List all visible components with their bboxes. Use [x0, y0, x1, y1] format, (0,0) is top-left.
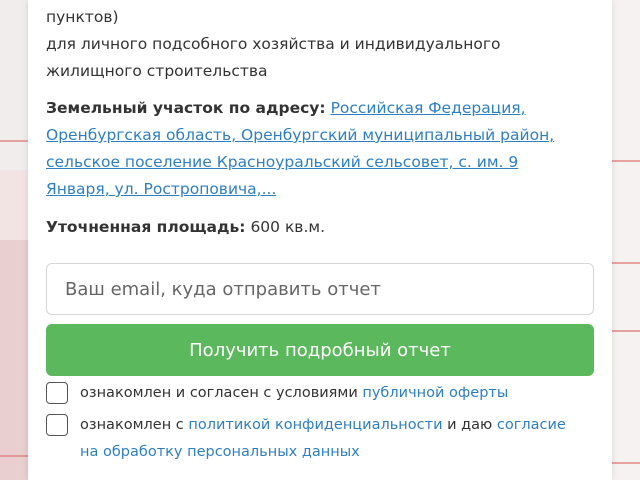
description-line: пунктов): [46, 8, 119, 26]
personal-data-link[interactable]: на обработку персональных данных: [80, 444, 360, 460]
address-label: Земельный участок по адресу:: [46, 99, 326, 117]
address-link[interactable]: сельское поселение Красноуральский сельс…: [46, 153, 518, 171]
privacy-policy-link[interactable]: политикой конфиденциальности: [188, 417, 442, 433]
consent-privacy-text: и даю: [442, 417, 497, 433]
consent-privacy-text: ознакомлен с: [80, 417, 189, 433]
plot-address: Земельный участок по адресу: Российская …: [46, 95, 606, 203]
area-label: Уточненная площадь:: [46, 218, 246, 236]
plot-area: Уточненная площадь: 600 кв.м.: [46, 214, 325, 241]
address-link[interactable]: Оренбургская область, Оренбургский муниц…: [46, 126, 554, 144]
map-line: [612, 160, 640, 162]
consent-privacy-label: ознакомлен с политикой конфиденциальност…: [80, 412, 566, 466]
map-line: [612, 462, 640, 464]
map-line: [0, 455, 28, 457]
map-background-area: [0, 170, 28, 240]
consent-offer-label: ознакомлен и согласен с условиями публич…: [80, 380, 508, 407]
map-background-area: [610, 0, 640, 480]
map-background-area: [0, 240, 28, 480]
public-offer-link[interactable]: публичной оферты: [362, 385, 508, 401]
address-link[interactable]: Российская Федерация,: [331, 99, 526, 117]
consent-link[interactable]: согласие: [497, 417, 566, 433]
description-line: для личного подсобного хозяйства и индив…: [46, 35, 501, 53]
area-value: 600 кв.м.: [250, 218, 325, 236]
consent-privacy-checkbox[interactable]: [46, 414, 68, 436]
consent-offer-checkbox[interactable]: [46, 382, 68, 404]
get-report-button[interactable]: Получить подробный отчет: [46, 324, 594, 376]
consent-offer-text: ознакомлен и согласен с условиями: [80, 385, 363, 401]
email-input[interactable]: [46, 263, 594, 315]
description-line: жилищного строительства: [46, 62, 268, 80]
address-link[interactable]: Января, ул. Ростроповича,...: [46, 180, 276, 198]
plot-description: пунктов) для личного подсобного хозяйств…: [46, 4, 576, 85]
map-line: [0, 140, 28, 142]
map-line: [612, 262, 640, 264]
map-line: [612, 330, 640, 332]
